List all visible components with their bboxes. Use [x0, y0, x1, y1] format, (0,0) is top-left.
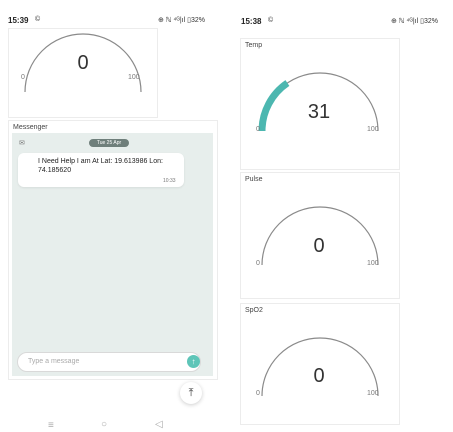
- message-icon: ✉: [19, 140, 25, 147]
- scroll-top-button[interactable]: ⤒: [180, 382, 202, 404]
- message-placeholder: Type a message: [28, 358, 80, 365]
- temp-min: 0: [256, 126, 260, 133]
- temp-max: 100: [367, 126, 379, 133]
- date-pill: Tue 25 Apr: [89, 139, 129, 147]
- whatsapp-icon-right: ©: [268, 17, 274, 24]
- message-line1: I Need Help I am At Lat: 19.613986 Lon:: [38, 158, 163, 165]
- pulse-gauge-card: Pulse 0 0 100: [240, 172, 400, 299]
- temp-value: 31: [307, 101, 331, 123]
- messenger-card: Messenger ✉ Tue 25 Apr I Need Help I am …: [8, 120, 218, 380]
- send-button[interactable]: ↑: [187, 355, 200, 368]
- status-icons-left: ⊕ ℕ ⁴ᴳ|ıl ▯32%: [158, 17, 205, 24]
- spo2-gauge-card: SpO2 0 0 100: [240, 303, 400, 425]
- status-time-left: 15:39: [8, 16, 29, 25]
- pulse-min: 0: [256, 260, 260, 267]
- spo2-value: 0: [313, 365, 325, 387]
- message-line2: 74.185620: [38, 167, 72, 174]
- spo2-gauge-svg: [261, 337, 379, 397]
- status-time-right: 15:38: [241, 17, 262, 26]
- message-time: 10:33: [163, 178, 176, 184]
- gauge-fill: [258, 80, 290, 132]
- pulse-max: 100: [367, 260, 379, 267]
- messenger-title: Messenger: [13, 124, 48, 131]
- spo2-max: 100: [367, 390, 379, 397]
- pulse-value: 0: [313, 235, 325, 257]
- nav-menu-icon[interactable]: ≡: [48, 420, 54, 431]
- nav-back-icon[interactable]: ◁: [155, 419, 163, 430]
- message-input[interactable]: Type a message: [17, 352, 201, 372]
- gauge-value: 0: [77, 52, 89, 74]
- top-gauge-card: 0 0 100: [8, 28, 158, 118]
- chat-area[interactable]: ✉ Tue 25 Apr I Need Help I am At Lat: 19…: [12, 133, 213, 376]
- whatsapp-icon: ©: [35, 16, 41, 23]
- nav-home-icon[interactable]: ○: [101, 419, 107, 430]
- status-icons-right: ⊕ ℕ ⁴ᴳ|ıl ▯32%: [391, 18, 438, 25]
- spo2-min: 0: [256, 390, 260, 397]
- gauge-min: 0: [21, 74, 25, 81]
- gauge-max: 100: [128, 74, 140, 81]
- message-bubble[interactable]: I Need Help I am At Lat: 19.613986 Lon: …: [18, 153, 184, 187]
- temp-gauge-card: Temp 31 0 100: [240, 38, 400, 170]
